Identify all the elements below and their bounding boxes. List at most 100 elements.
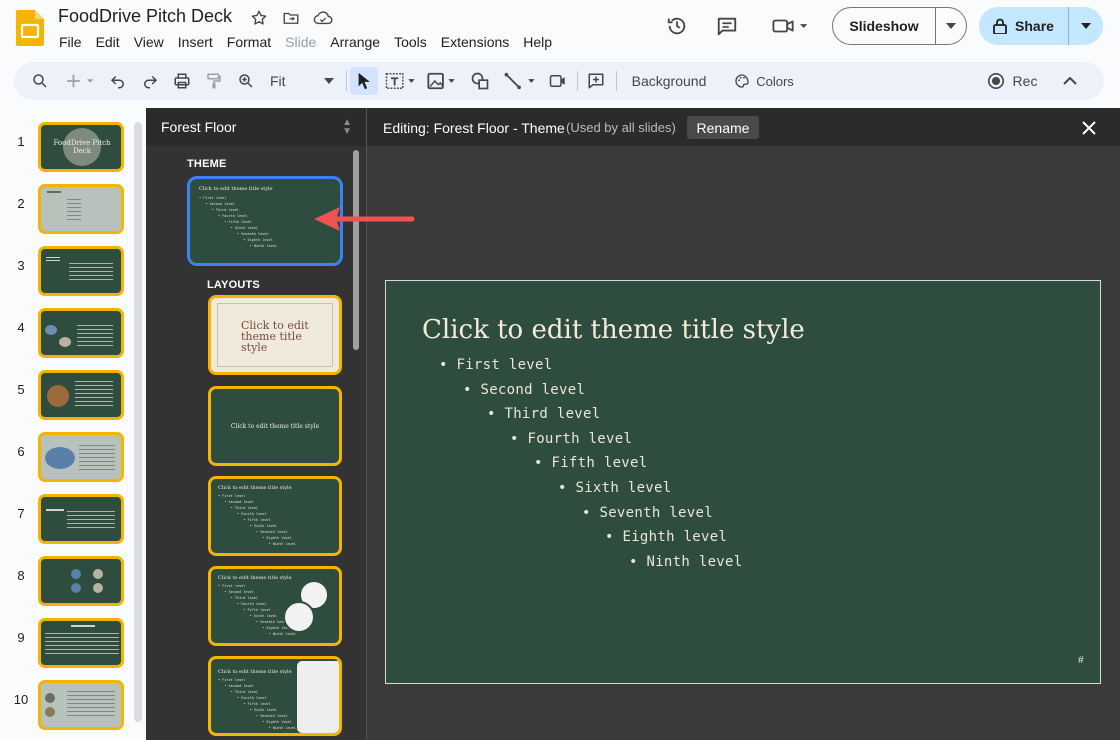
slide-image: [47, 385, 69, 407]
filmstrip-slide[interactable]: 3: [0, 244, 146, 298]
filmstrip-slide[interactable]: 10: [0, 678, 146, 732]
theme-panel-scrollbar[interactable]: [353, 150, 359, 350]
star-icon[interactable]: [248, 7, 270, 29]
line-tool-icon[interactable]: [500, 67, 540, 95]
slides-logo-icon[interactable]: [16, 10, 44, 46]
slide-thumbnail[interactable]: [38, 680, 124, 730]
slide-thumbnail[interactable]: [38, 246, 124, 296]
layout-thumbnail-images[interactable]: Click to edit theme title style • First …: [208, 566, 342, 646]
insert-image-icon[interactable]: [424, 67, 460, 95]
menu-tools[interactable]: Tools: [387, 33, 434, 51]
rename-button[interactable]: Rename: [687, 116, 759, 139]
menu-slide[interactable]: Slide: [278, 33, 323, 51]
bullet-level-9: • Ninth level: [629, 554, 743, 570]
theme-name[interactable]: Forest Floor: [161, 119, 236, 135]
slide-thumbnail[interactable]: [38, 618, 124, 668]
collapse-toolbar-icon[interactable]: [1058, 67, 1082, 95]
menu-format[interactable]: Format: [220, 33, 278, 51]
share-main[interactable]: Share: [979, 7, 1069, 45]
document-title[interactable]: FoodDrive Pitch Deck: [58, 6, 232, 27]
zoom-icon[interactable]: [234, 67, 258, 95]
menu-help[interactable]: Help: [516, 33, 559, 51]
text-box-icon[interactable]: [382, 67, 420, 95]
slideshow-label[interactable]: Slideshow: [833, 8, 936, 44]
share-dropdown-icon[interactable]: [1069, 23, 1103, 29]
filmstrip-slide[interactable]: 9: [0, 616, 146, 670]
slideshow-dropdown-icon[interactable]: [936, 23, 966, 29]
select-tool-icon[interactable]: [350, 67, 378, 95]
shape-icon[interactable]: [468, 67, 492, 95]
bullet-level-8: • Eighth level: [605, 529, 728, 545]
print-icon[interactable]: [170, 67, 194, 95]
close-icon[interactable]: [1079, 118, 1099, 138]
mini-title: Click to edit theme title style: [199, 186, 273, 192]
colors-button[interactable]: Colors: [730, 67, 798, 95]
theme-slide-canvas[interactable]: Click to edit theme title style • First …: [385, 280, 1101, 684]
filmstrip-slide[interactable]: 4: [0, 306, 146, 360]
sort-arrows-icon[interactable]: ▲ ▼: [342, 118, 352, 137]
redo-icon[interactable]: [138, 67, 162, 95]
slide-image: [93, 569, 103, 579]
filmstrip-slide[interactable]: 7: [0, 492, 146, 546]
menu-arrange[interactable]: Arrange: [323, 33, 387, 51]
add-comment-icon[interactable]: [584, 67, 608, 95]
layout-title-text: Click to edit theme title style: [218, 669, 292, 675]
filmstrip-scrollbar[interactable]: [134, 122, 142, 722]
slide-thumbnail[interactable]: [38, 556, 124, 606]
menu-edit[interactable]: Edit: [89, 33, 127, 51]
layout-thumbnail-side-image[interactable]: Click to edit theme title style • First …: [208, 656, 342, 736]
slide-thumbnail[interactable]: [38, 308, 124, 358]
filmstrip-slide[interactable]: 6: [0, 430, 146, 484]
zoom-select[interactable]: Fit: [266, 67, 338, 95]
new-slide-icon[interactable]: [60, 67, 96, 95]
slide-text-line: [71, 625, 95, 627]
filmstrip-slide[interactable]: 2: [0, 182, 146, 236]
paint-format-icon[interactable]: [202, 67, 226, 95]
slide-thumbnail[interactable]: FoodDrive Pitch Deck: [38, 122, 124, 172]
menu-extensions[interactable]: Extensions: [434, 33, 516, 51]
search-menus-icon[interactable]: [26, 67, 54, 95]
insert-video-icon[interactable]: [546, 67, 570, 95]
layout-thumbnail-title[interactable]: Click to edit theme title style: [208, 295, 342, 375]
toolbar-divider: [346, 71, 347, 91]
slideshow-button[interactable]: Slideshow: [832, 7, 967, 45]
layout-thumbnail-section[interactable]: Click to edit theme title style: [208, 386, 342, 466]
slide-text-line: [46, 257, 60, 263]
image-placeholder-icon: [283, 601, 315, 633]
layout-thumbnail-title-body[interactable]: Click to edit theme title style • First …: [208, 476, 342, 556]
menu-view[interactable]: View: [127, 33, 171, 51]
record-icon: [987, 72, 1004, 90]
toolbar-divider: [616, 71, 617, 91]
record-button[interactable]: Rec: [984, 67, 1040, 95]
layout-bullets: • First level • Second level • Third lev…: [218, 494, 296, 546]
menu-insert[interactable]: Insert: [171, 33, 220, 51]
filmstrip-slide[interactable]: 8: [0, 554, 146, 608]
move-to-folder-icon[interactable]: [280, 7, 302, 29]
comments-icon[interactable]: [709, 8, 745, 44]
slide-thumbnail[interactable]: [38, 370, 124, 420]
layout-title-text: Click to edit theme title style: [218, 485, 292, 491]
toolbar-divider: [577, 71, 578, 91]
filmstrip-slide[interactable]: 5: [0, 368, 146, 422]
slide-thumbnail[interactable]: [38, 494, 124, 544]
filmstrip-slide[interactable]: 1 FoodDrive Pitch Deck: [0, 120, 146, 174]
slide-text-block: [67, 199, 81, 223]
bullet-text: Fifth level: [551, 455, 648, 471]
cloud-saved-icon[interactable]: [312, 7, 334, 29]
meet-camera-icon[interactable]: [766, 8, 812, 44]
editing-title: Editing: Forest Floor - Theme: [383, 120, 565, 136]
slide-thumbnail[interactable]: [38, 432, 124, 482]
share-button[interactable]: Share: [979, 7, 1103, 45]
slide-title-placeholder[interactable]: Click to edit theme title style: [422, 315, 805, 345]
zoom-dropdown-icon: [324, 78, 334, 84]
slide-thumbnail[interactable]: [38, 184, 124, 234]
zoom-value: Fit: [270, 73, 286, 89]
undo-icon[interactable]: [106, 67, 130, 95]
version-history-icon[interactable]: [659, 8, 695, 44]
bullet-text: Ninth level: [646, 554, 743, 570]
slide-number-placeholder[interactable]: #: [1078, 655, 1084, 666]
slide-text-block: [75, 381, 113, 409]
background-button[interactable]: Background: [624, 67, 714, 95]
menu-file[interactable]: File: [52, 33, 89, 51]
slide-number: 9: [17, 630, 25, 645]
